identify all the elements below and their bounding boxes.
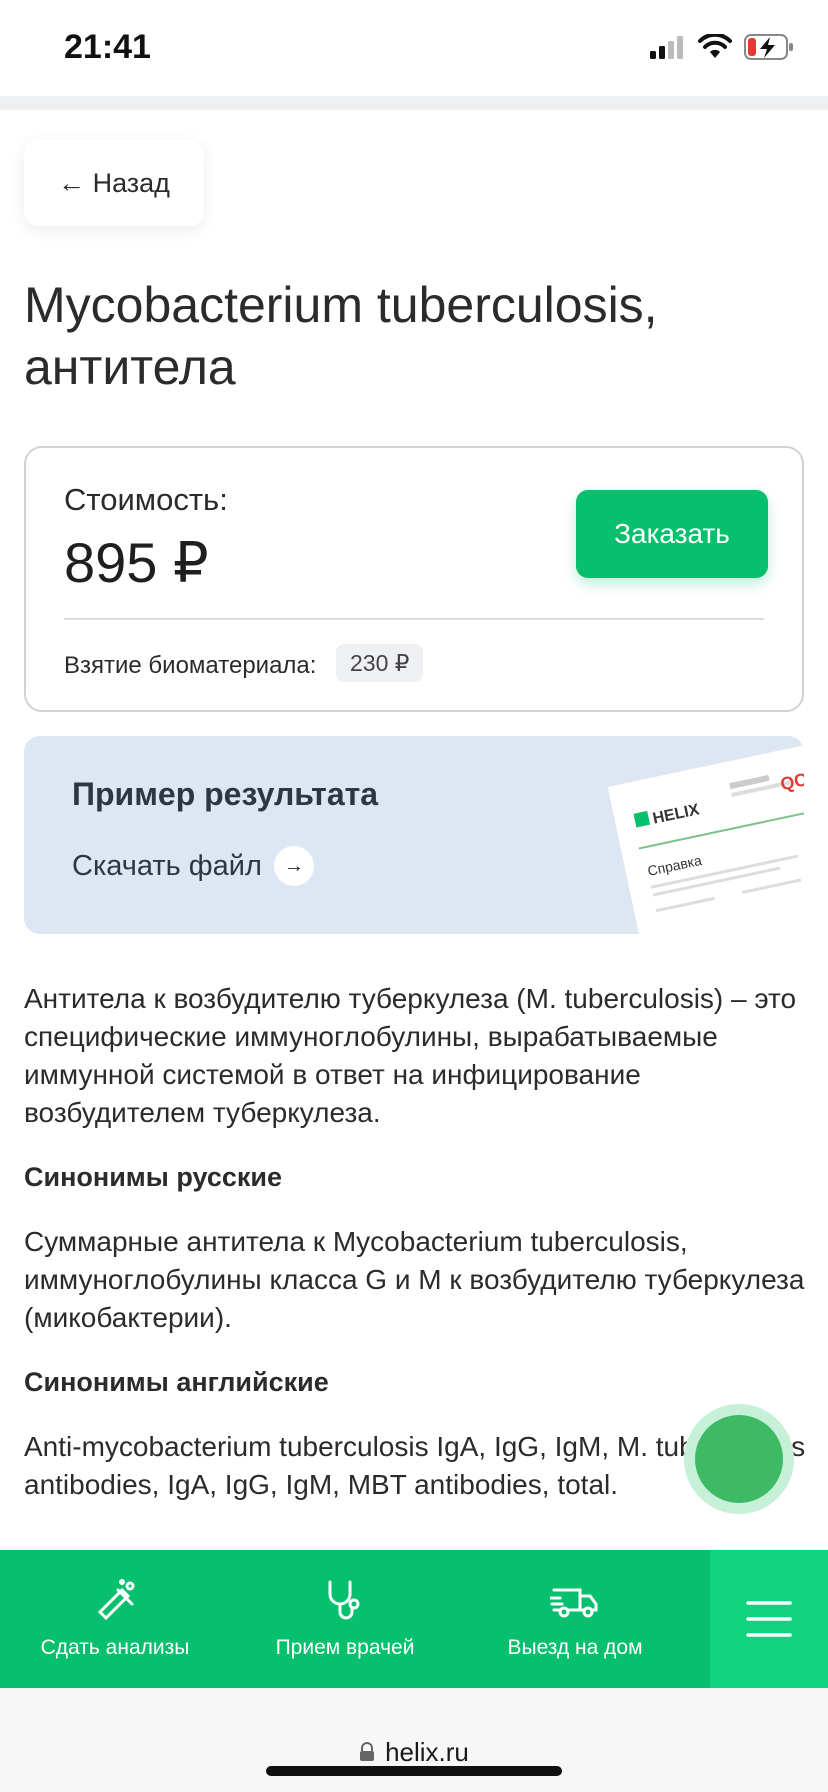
nav-label-tests: Сдать анализы: [40, 1636, 190, 1659]
sample-result-title: Пример результата: [72, 776, 379, 812]
synonyms-en-heading: Синонимы английские: [24, 1367, 329, 1397]
url-display[interactable]: helix.ru: [359, 1712, 469, 1792]
cost-label: Стоимость:: [64, 482, 228, 517]
cellular-signal-icon: [650, 36, 683, 59]
hamburger-menu-icon: [746, 1601, 792, 1637]
home-indicator: [266, 1766, 562, 1776]
menu-button[interactable]: [710, 1550, 828, 1688]
url-text: helix.ru: [385, 1736, 469, 1767]
synonyms-ru-text: Суммарные антитела к Mycobacterium tuber…: [24, 1226, 805, 1333]
back-button[interactable]: ← Назад: [24, 140, 204, 226]
order-button[interactable]: Заказать: [576, 490, 768, 578]
battery-charging-icon: [744, 34, 793, 60]
system-icons: [650, 34, 794, 60]
test-tube-icon: [97, 1579, 135, 1621]
wifi-icon: [698, 34, 732, 58]
arrow-right-icon[interactable]: →: [273, 846, 314, 886]
status-bar: 21:41: [0, 0, 828, 96]
nav-item-tests[interactable]: Сдать анализы: [0, 1550, 230, 1688]
nav-item-home-visit[interactable]: Выезд на дом: [460, 1550, 690, 1688]
status-time: 21:41: [64, 28, 151, 66]
biomaterial-price-badge: 230 ₽: [336, 644, 424, 682]
download-file-link[interactable]: Скачать файл →: [72, 846, 314, 886]
sample-result-card[interactable]: Пример результата Скачать файл → HELIX Q…: [24, 736, 804, 934]
page-title: Mycobacterium tuberculosis, антитела: [24, 277, 658, 395]
nav-label-home-visit: Выезд на дом: [507, 1636, 643, 1659]
truck-icon: [550, 1588, 598, 1618]
description-intro: Антитела к возбудителю туберкулеза (M. t…: [24, 983, 797, 1128]
download-file-label: Скачать файл: [72, 849, 262, 882]
chat-icon: [695, 1415, 783, 1503]
price-divider: [64, 618, 764, 620]
lock-icon: [360, 1742, 375, 1761]
synonyms-ru-heading: Синонимы русские: [24, 1162, 282, 1192]
nav-label-doctors: Прием врачей: [275, 1636, 415, 1659]
top-strip: [0, 96, 828, 110]
price-card: Стоимость: 895 ₽ Заказать Взятие биомате…: [24, 446, 804, 712]
document-preview-image: HELIX QC Справка: [606, 736, 804, 934]
biomaterial-label: Взятие биоматериала:: [64, 652, 317, 679]
back-button-label: ← Назад: [58, 167, 170, 198]
chat-button[interactable]: [684, 1404, 794, 1514]
stethoscope-icon: [328, 1580, 360, 1620]
page-content: ← Назад Mycobacterium tuberculosis, анти…: [0, 110, 828, 1550]
bottom-nav: Сдать анализы Прием врачей Выезд на дом: [0, 1550, 828, 1688]
browser-url-bar[interactable]: helix.ru: [0, 1688, 828, 1792]
nav-item-doctors[interactable]: Прием врачей: [230, 1550, 460, 1688]
price-value: 895 ₽: [64, 531, 209, 594]
